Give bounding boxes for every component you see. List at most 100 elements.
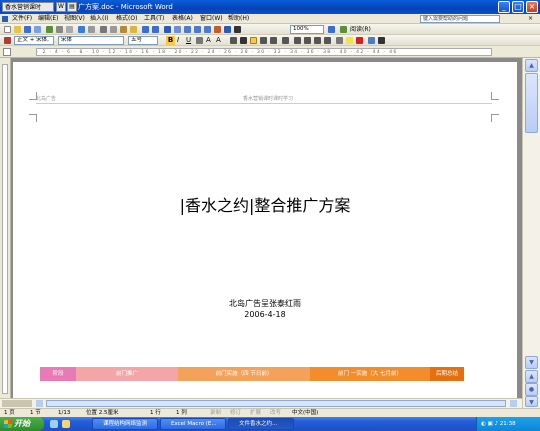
numbering-icon[interactable] (294, 37, 301, 44)
task-item-active[interactable]: 文件香水之约... (228, 418, 294, 430)
scroll-thumb[interactable] (525, 73, 538, 133)
char-border-icon[interactable] (196, 37, 203, 44)
columns-icon[interactable] (204, 26, 211, 33)
menu-file[interactable]: 文件(F) (12, 14, 32, 24)
permission-icon[interactable] (34, 26, 41, 33)
document-map-icon[interactable] (224, 26, 231, 33)
phonetic-icon[interactable] (368, 37, 375, 44)
styles-pane-icon[interactable] (4, 37, 11, 44)
new-icon[interactable] (4, 26, 11, 33)
next-page-button[interactable]: ▼ (525, 396, 538, 407)
task-item[interactable]: Excel Macro (E... (160, 418, 226, 430)
print-preview-icon[interactable] (66, 26, 73, 33)
vertical-scrollbar[interactable]: ▲ ▼ ▲ ● ▼ (522, 58, 540, 408)
open-icon[interactable] (14, 26, 21, 33)
menu-help[interactable]: 帮助(H) (228, 14, 249, 24)
font-size-select[interactable]: 五号 (128, 36, 158, 45)
task-item[interactable]: 课程结构网络监测 (92, 418, 158, 430)
tray-icons[interactable]: ◐ ▣ ♪ (481, 421, 500, 427)
doc-icon[interactable]: ▤ (67, 2, 77, 12)
font-color-icon[interactable] (356, 37, 363, 44)
research-icon[interactable] (88, 26, 95, 33)
zoom-select[interactable]: 100% (290, 25, 324, 34)
menu-window[interactable]: 窗口(W) (200, 14, 223, 24)
insert-table-icon[interactable] (184, 26, 191, 33)
scroll-right-button[interactable] (510, 400, 517, 407)
company-line: 北岛广告呈张泰红雨 (229, 299, 301, 308)
quicklaunch-ie-icon[interactable] (50, 420, 58, 428)
decrease-indent-icon[interactable] (314, 37, 321, 44)
char-shading-icon[interactable]: A (216, 36, 221, 45)
view-buttons[interactable] (2, 400, 32, 407)
print-icon[interactable] (56, 26, 63, 33)
prev-page-button[interactable]: ▲ (525, 370, 538, 383)
minimize-button[interactable]: _ (498, 1, 510, 13)
copy-icon[interactable] (110, 26, 117, 33)
maximize-button[interactable]: □ (512, 1, 524, 13)
show-hide-icon[interactable] (234, 26, 241, 33)
vertical-ruler[interactable] (0, 58, 11, 398)
menu-edit[interactable]: 编辑(E) (38, 14, 58, 24)
email-icon[interactable] (46, 26, 53, 33)
tab-selector-icon[interactable] (3, 48, 11, 56)
char-scale-icon[interactable]: A (206, 36, 211, 45)
redo-icon[interactable] (152, 26, 159, 33)
undo-icon[interactable] (142, 26, 149, 33)
save-icon[interactable] (24, 26, 31, 33)
browse-object-button[interactable]: ● (525, 383, 538, 396)
line-spacing-icon[interactable] (282, 37, 289, 44)
highlight-icon[interactable] (346, 37, 353, 44)
horizontal-scrollbar[interactable] (0, 398, 522, 408)
read-icon[interactable] (340, 26, 347, 33)
word-icon[interactable]: W (56, 2, 66, 12)
drawing-icon[interactable] (214, 26, 221, 33)
h-scroll-thumb[interactable] (46, 400, 506, 407)
bullets-icon[interactable] (304, 37, 311, 44)
doc-close-icon[interactable]: × (528, 14, 533, 24)
insert-excel-icon[interactable] (194, 26, 201, 33)
menu-table[interactable]: 表格(A) (172, 14, 193, 24)
document-page[interactable]: 北岛广告 香水营销课时课时学习 |香水之约|整合推广方案 北岛广告呈张泰红雨 2… (13, 62, 517, 398)
standard-toolbar: 100% 阅读(R) (0, 24, 540, 35)
menu-tools[interactable]: 工具(T) (144, 14, 164, 24)
italic-button[interactable]: I (177, 36, 179, 45)
cut-icon[interactable] (100, 26, 107, 33)
formatting-toolbar: 正文 + 宋体, 宋体 五号 B I U A A (0, 35, 540, 46)
increase-indent-icon[interactable] (324, 37, 331, 44)
tables-borders-icon[interactable] (174, 26, 181, 33)
doc-menu-icon[interactable] (2, 16, 8, 22)
enclose-char-icon[interactable] (378, 37, 385, 44)
align-left-icon[interactable] (230, 37, 237, 44)
scroll-left-button[interactable] (36, 400, 43, 407)
align-justify-icon[interactable] (250, 37, 257, 44)
taskbar: 开始 课程结构网络监测 Excel Macro (E... 文件香水之约... … (0, 417, 540, 431)
help-search-input[interactable]: 键入需要帮助的问题 (420, 15, 500, 23)
underline-button[interactable]: U (186, 36, 191, 45)
read-button[interactable]: 阅读(R) (350, 25, 371, 34)
spelling-icon[interactable] (78, 26, 85, 33)
horizontal-ruler[interactable]: · 2 · 4 · 6 · 8 · 10 · 12 · 14 · 16 · 18… (0, 46, 540, 58)
menu-insert[interactable]: 插入(I) (90, 14, 108, 24)
help-icon[interactable] (328, 26, 335, 33)
document-area[interactable]: 北岛广告 香水营销课时课时学习 |香水之约|整合推广方案 北岛广告呈张泰红雨 2… (11, 58, 522, 398)
paste-icon[interactable] (120, 26, 127, 33)
distributed-icon[interactable] (270, 37, 277, 44)
style-select[interactable]: 正文 + 宋体, (14, 36, 54, 45)
hyperlink-icon[interactable] (164, 26, 171, 33)
align-right-icon[interactable] (260, 37, 267, 44)
app-tag[interactable]: 香水营销课时 (2, 2, 54, 12)
menu-format[interactable]: 格式(O) (116, 14, 137, 24)
quicklaunch-folder-icon[interactable] (62, 420, 70, 428)
align-center-icon[interactable] (240, 37, 247, 44)
format-painter-icon[interactable] (130, 26, 137, 33)
font-select[interactable]: 宋体 (58, 36, 124, 45)
close-button[interactable]: × (526, 1, 538, 13)
system-tray: ◐ ▣ ♪ 21:38 (476, 417, 540, 431)
outside-border-icon[interactable] (336, 37, 343, 44)
menu-view[interactable]: 视图(V) (64, 14, 85, 24)
ruler-scale: · 2 · 4 · 6 · 8 · 10 · 12 · 14 · 16 · 18… (36, 48, 492, 56)
bold-button[interactable]: B (166, 36, 175, 45)
scroll-up-button[interactable]: ▲ (525, 59, 538, 72)
header-center: 香水营销课时课时学习 (243, 96, 294, 102)
scroll-down-button[interactable]: ▼ (525, 356, 538, 369)
